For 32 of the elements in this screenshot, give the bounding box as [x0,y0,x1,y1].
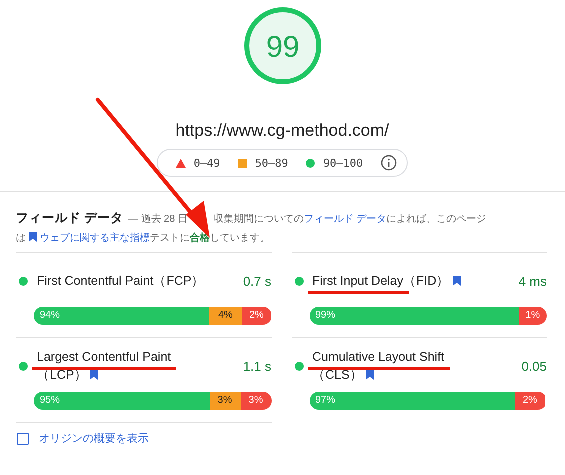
core-web-vitals-link[interactable]: ウェブに関する主な指標 [40,233,150,244]
distribution-bar: 94% [34,307,210,325]
metric-value: 1.1 s [243,358,272,374]
distribution-bar: 95% [34,392,210,410]
intro-text: 収集期間についてのフィールド データ によれば、このページ [214,212,487,227]
metric-title: First Contentful Paint（FCP） [37,273,206,290]
distribution-bar: 2% [242,307,272,325]
distribution-bar: 3% [240,392,272,410]
metric-title: Largest Contentful Paint （LCP） [37,348,217,384]
legend-label: 50–89 [255,156,288,170]
checkbox[interactable] [17,432,29,444]
checkbox-label[interactable]: オリジンの概要を表示 [39,431,149,446]
score-value: 99 [266,31,300,64]
legend-label: 0–49 [194,156,220,170]
metric-title: Cumulative Layout Shift （CLS） [312,348,492,384]
metric-value: 4 ms [518,274,547,288]
page-url: https://www.cg-method.com/ [176,121,390,141]
field-data-link[interactable]: フィールド データ [304,214,387,225]
distribution-bar: 2% [515,392,546,410]
distribution-bar: 1% [518,307,547,325]
info-icon[interactable] [381,155,398,171]
distribution-bar: 4% [209,307,242,325]
distribution-bar: 3% [210,392,241,410]
bookmark-icon [29,232,37,242]
distribution-bar: 97% [310,392,516,410]
section-title: フィールド データ [16,211,124,225]
legend-label: 90–100 [323,156,364,170]
metric-value: 0.05 [522,358,547,374]
metric-title: First Input Delay（FID） [312,272,492,290]
metric-value: 0.7 s [243,274,272,288]
distribution-bar: 99% [310,307,519,325]
intro-text: — 過去 28 日 [128,214,188,225]
